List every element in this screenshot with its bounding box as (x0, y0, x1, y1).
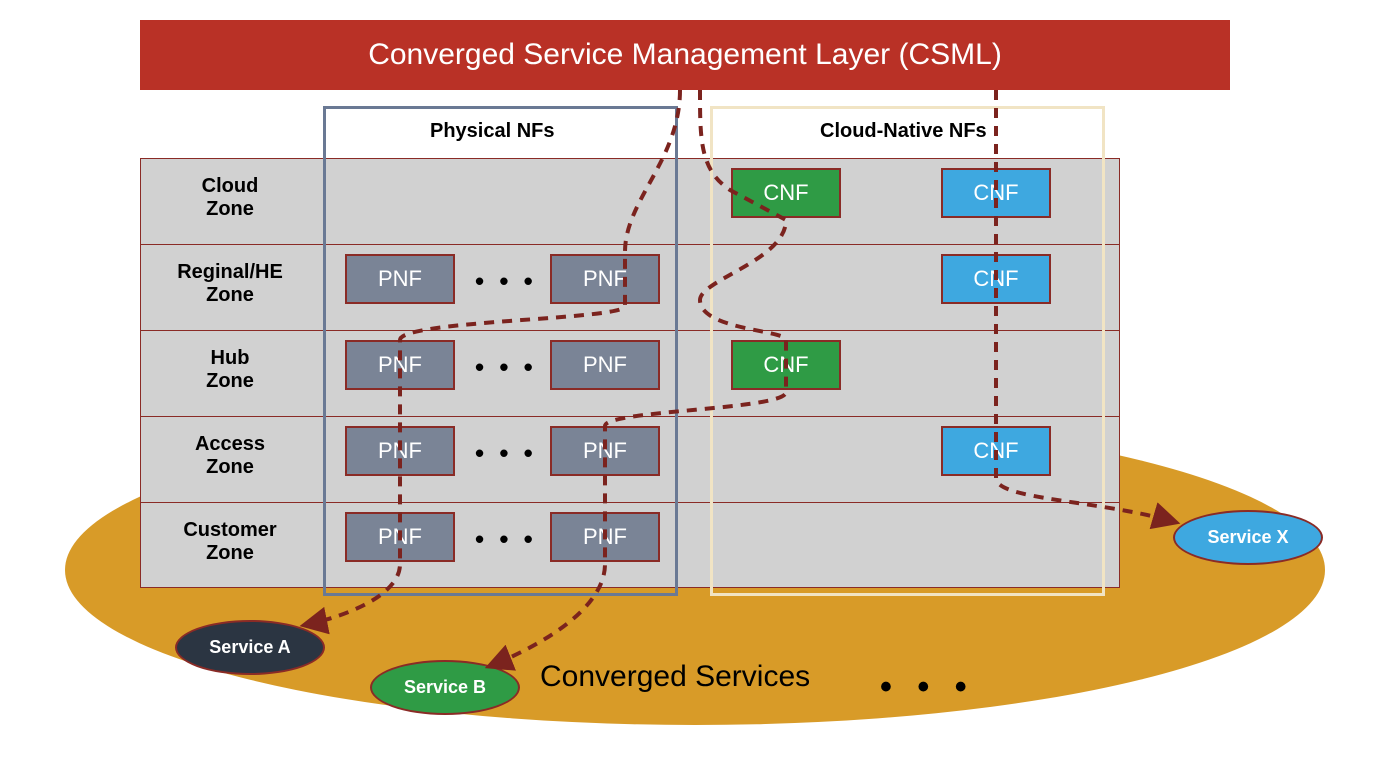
physical-nfs-label: Physical NFs (430, 120, 555, 143)
zone-label-customer: CustomerZone (155, 512, 305, 572)
zone-label-access: AccessZone (155, 426, 305, 486)
service-a-ellipse: Service A (175, 620, 325, 675)
cnf-hub-green: CNF (731, 340, 841, 390)
converged-services-label: Converged Services (540, 660, 810, 694)
pnf-regional-2: PNF (550, 254, 660, 304)
pnf-regional-1: PNF (345, 254, 455, 304)
csml-header: Converged Service Management Layer (CSML… (140, 20, 1230, 90)
service-b-ellipse: Service B (370, 660, 520, 715)
pnf-hub-2: PNF (550, 340, 660, 390)
pnf-hub-1: PNF (345, 340, 455, 390)
cloud-native-nfs-label: Cloud-Native NFs (820, 120, 987, 143)
cnf-cloud-blue: CNF (941, 168, 1051, 218)
cnf-access-blue: CNF (941, 426, 1051, 476)
cnf-cloud-green: CNF (731, 168, 841, 218)
pnf-access-1: PNF (345, 426, 455, 476)
cnf-regional-blue: CNF (941, 254, 1051, 304)
dots-access: • • • (475, 438, 537, 469)
csml-title: Converged Service Management Layer (CSML… (368, 38, 1002, 72)
pnf-customer-1: PNF (345, 512, 455, 562)
zone-label-hub: HubZone (155, 340, 305, 400)
pnf-customer-2: PNF (550, 512, 660, 562)
dots-hub: • • • (475, 352, 537, 383)
dots-regional: • • • (475, 266, 537, 297)
zone-label-regional: Reginal/HEZone (155, 254, 305, 314)
converged-services-dots: • • • (880, 668, 975, 707)
pnf-access-2: PNF (550, 426, 660, 476)
zone-label-cloud: CloudZone (155, 168, 305, 228)
service-x-ellipse: Service X (1173, 510, 1323, 565)
dots-customer: • • • (475, 524, 537, 555)
